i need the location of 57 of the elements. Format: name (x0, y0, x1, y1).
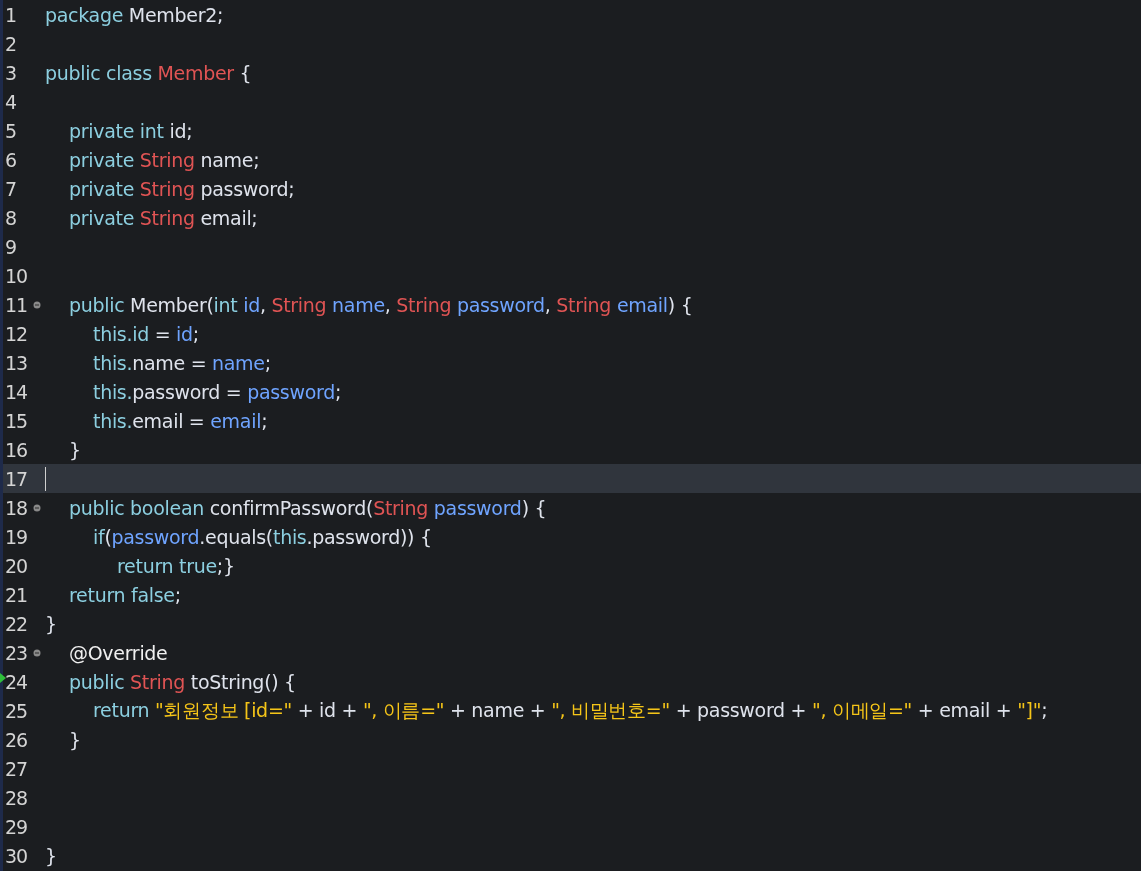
line-number: 16 (4, 438, 28, 461)
code-line: package Member2; (44, 3, 224, 26)
line-number: 10 (4, 264, 28, 287)
line-number: 30 (4, 844, 28, 867)
code-line: return "회원정보 [id=" + id + ", 이름=" + name + ", 비밀번호=" + password + ", 이메일=" + email + "]"; (92, 697, 1048, 723)
line-number: 11 (4, 293, 28, 316)
line-number: 24 (4, 670, 28, 693)
code-line: public Member(int id, String name, String password, String email) { (68, 293, 693, 316)
line-number: 23 (4, 641, 28, 664)
code-line: public boolean confirmPassword(String password) { (68, 496, 547, 519)
code-line: private String email; (68, 206, 258, 229)
code-line: this.id = id; (92, 322, 199, 345)
code-line: if(password.equals(this.password)) { (92, 525, 432, 548)
line-number: 9 (4, 235, 17, 258)
line-number: 29 (4, 815, 28, 838)
line-number: 26 (4, 728, 28, 751)
fold-icon[interactable] (33, 301, 41, 309)
code-line: private String name; (68, 148, 260, 171)
line-number: 19 (4, 525, 28, 548)
code-line: public class Member { (44, 61, 252, 84)
code-line: this.email = email; (92, 409, 268, 432)
line-number: 20 (4, 554, 28, 577)
line-number: 8 (4, 206, 17, 229)
line-number: 3 (4, 61, 17, 84)
line-number: 27 (4, 757, 28, 780)
line-number: 5 (4, 119, 17, 142)
line-number: 14 (4, 380, 28, 403)
line-number: 22 (4, 612, 28, 635)
line-number: 21 (4, 583, 28, 606)
code-line: return true;} (116, 554, 235, 577)
code-line: private String password; (68, 177, 295, 200)
line-number: 6 (4, 148, 17, 171)
line-number: 28 (4, 786, 28, 809)
line-number: 1 (4, 3, 17, 26)
line-number: 2 (4, 32, 17, 55)
fold-icon[interactable] (33, 649, 41, 657)
code-line: private int id; (68, 119, 193, 142)
line-number: 13 (4, 351, 28, 374)
code-editor[interactable] (0, 0, 1141, 871)
line-number: 18 (4, 496, 28, 519)
code-line: this.password = password; (92, 380, 342, 403)
line-number: 4 (4, 90, 17, 113)
code-line: this.name = name; (92, 351, 271, 374)
code-line: return false; (68, 583, 181, 606)
code-line: } (68, 728, 81, 751)
code-line: } (44, 612, 57, 635)
fold-icon[interactable] (33, 504, 41, 512)
code-line: public String toString() { (68, 670, 296, 693)
line-number: 17 (4, 467, 28, 490)
text-cursor (45, 466, 46, 491)
code-line: @Override (68, 641, 168, 664)
line-number: 7 (4, 177, 17, 200)
line-number: 12 (4, 322, 28, 345)
line-number: 25 (4, 699, 28, 722)
code-line: } (44, 844, 57, 867)
line-number: 15 (4, 409, 28, 432)
code-line: } (68, 438, 81, 461)
